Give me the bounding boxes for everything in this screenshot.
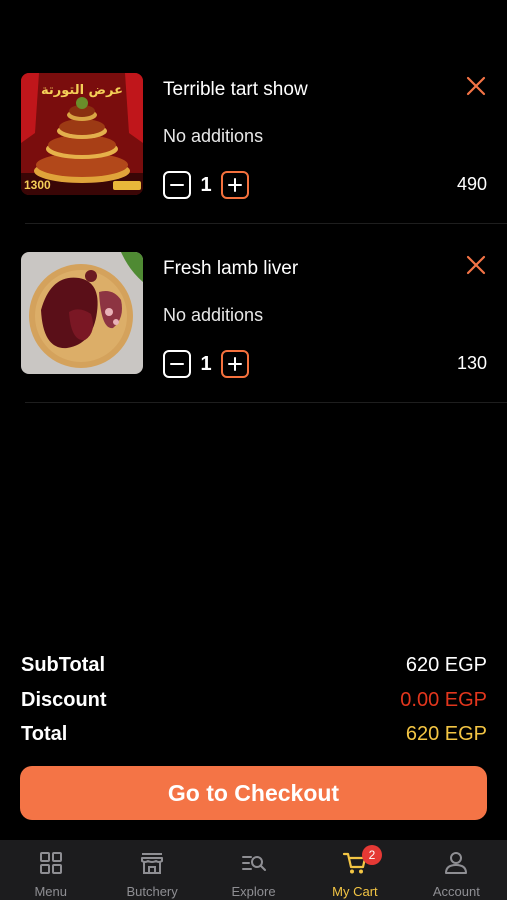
plus-icon <box>228 178 242 192</box>
bottom-nav: Menu Butchery Explore 2 My Cart Account <box>0 840 507 900</box>
nav-label: Explore <box>231 884 276 899</box>
subtotal-label: SubTotal <box>21 653 106 676</box>
minus-icon <box>170 363 184 365</box>
subtotal-value: 620 EGP <box>405 653 487 676</box>
image-banner-text: عرض التورتة <box>40 83 124 98</box>
decrease-quantity-button[interactable] <box>163 171 191 199</box>
image-price-text: 1300 <box>24 178 51 192</box>
nav-label: My Cart <box>332 884 378 899</box>
item-price: 130 <box>456 353 487 373</box>
remove-item-button[interactable] <box>463 252 489 278</box>
increase-quantity-button[interactable] <box>221 350 249 378</box>
plus-icon <box>228 357 242 371</box>
discount-label: Discount <box>21 688 107 711</box>
total-label: Total <box>21 722 68 745</box>
divider <box>25 402 507 403</box>
nav-item-account[interactable]: Account <box>406 840 507 900</box>
cart-count-badge: 2 <box>362 845 383 865</box>
item-price: 490 <box>456 174 487 194</box>
decrease-quantity-button[interactable] <box>163 350 191 378</box>
close-icon <box>466 255 486 275</box>
item-title: Terrible tart show <box>163 79 308 100</box>
quantity-value: 1 <box>200 352 212 375</box>
grid-icon <box>39 852 62 874</box>
divider <box>25 223 507 224</box>
cart-screen: عرض التورتة 1300 Terrible tart show No a… <box>0 0 507 900</box>
subtotal-row: SubTotal 620 EGP <box>21 651 487 679</box>
discount-value: 0.00 EGP <box>400 688 487 711</box>
remove-item-button[interactable] <box>463 73 489 99</box>
cart-item: عرض التورتة 1300 Terrible tart show No a… <box>0 73 507 253</box>
checkout-button[interactable]: Go to Checkout <box>20 766 487 820</box>
store-icon <box>141 853 164 874</box>
cart-item: Fresh lamb liver No additions 1 130 <box>0 252 507 432</box>
nav-item-butchery[interactable]: Butchery <box>101 840 202 900</box>
item-additions: No additions <box>163 126 264 146</box>
discount-row: Discount 0.00 EGP <box>21 686 487 714</box>
total-row: Total 620 EGP <box>21 720 487 748</box>
nav-label: Butchery <box>126 884 178 899</box>
product-image: عرض التورتة 1300 <box>21 73 143 195</box>
quantity-stepper: 1 <box>163 171 249 199</box>
close-icon <box>466 76 486 96</box>
nav-label: Menu <box>34 884 67 899</box>
person-icon <box>445 852 468 874</box>
nav-item-menu[interactable]: Menu <box>0 840 101 900</box>
quantity-value: 1 <box>200 173 212 196</box>
nav-item-my-cart[interactable]: 2 My Cart <box>304 840 405 900</box>
total-value: 620 EGP <box>405 722 487 745</box>
nav-item-explore[interactable]: Explore <box>203 840 304 900</box>
item-title: Fresh lamb liver <box>163 258 299 279</box>
quantity-stepper: 1 <box>163 350 249 378</box>
search-list-icon <box>241 856 266 871</box>
minus-icon <box>170 184 184 186</box>
item-additions: No additions <box>163 305 264 325</box>
product-image <box>21 252 143 374</box>
increase-quantity-button[interactable] <box>221 171 249 199</box>
nav-label: Account <box>432 884 480 899</box>
